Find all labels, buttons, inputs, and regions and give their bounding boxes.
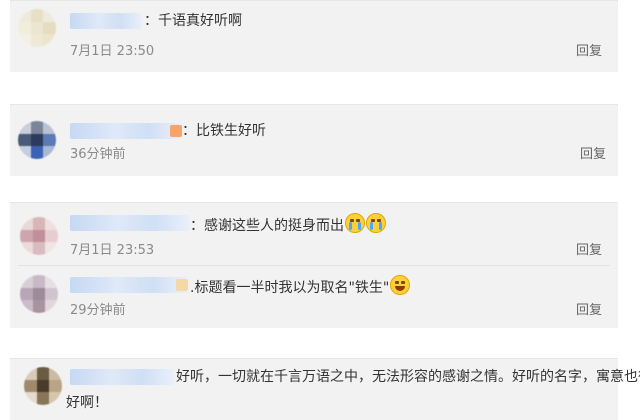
avatar-tile [20, 229, 33, 243]
avatar-tile [18, 21, 31, 35]
avatar[interactable] [18, 121, 56, 159]
comment-card: ：千语真好听啊 7月1日 23:50 回复 [10, 0, 618, 72]
avatar-tile [43, 121, 56, 134]
avatar-tile [30, 9, 44, 22]
reply-button[interactable]: 回复 [576, 44, 602, 60]
avatar-tile [45, 242, 58, 255]
avatar[interactable] [24, 367, 62, 405]
avatar-tile [18, 121, 31, 134]
avatar-tile [20, 300, 33, 313]
avatar-tile [43, 133, 56, 147]
avatar-tile [30, 21, 44, 35]
avatar[interactable] [20, 217, 58, 255]
reply-divider [18, 265, 610, 266]
avatar-tile [32, 275, 46, 288]
avatar-tile [30, 133, 44, 147]
comment-text-line2: 好啊！ [66, 395, 108, 411]
avatar-tile [45, 217, 58, 230]
comment-text: ：千语真好听啊 [144, 13, 242, 29]
comment-text-line1: 好听，一切就在千言万语之中，无法形容的感谢之情。好听的名字，寓意也很 [176, 369, 640, 385]
reply-button[interactable]: 回复 [580, 147, 606, 163]
avatar-tile [43, 21, 56, 35]
laughing-face-icon [390, 275, 411, 295]
avatar-tile [24, 379, 37, 393]
avatar-tile [43, 146, 56, 159]
avatar-tile [20, 242, 33, 255]
avatar-tile [45, 229, 58, 243]
avatar-tile [45, 287, 58, 301]
comment-time: 7月1日 23:50 [70, 44, 155, 59]
comment-time: 36分钟前 [70, 147, 126, 162]
comment-card: ：比铁生好听 36分钟前 回复 [10, 104, 618, 176]
avatar-tile [32, 217, 46, 230]
username-blurred[interactable] [70, 13, 142, 29]
comment-text: ：感谢这些人的挺身而出 [190, 213, 386, 236]
crying-face-icon [366, 213, 386, 233]
comment-time: 7月1日 23:53 [70, 243, 155, 258]
avatar-tile [20, 275, 33, 288]
avatar-tile [49, 367, 62, 380]
avatar-tile [32, 242, 46, 255]
username-blurred[interactable] [70, 369, 174, 385]
avatar-tile [32, 287, 46, 301]
avatar-tile [18, 146, 31, 159]
avatar-tile [18, 133, 31, 147]
reply-button[interactable]: 回复 [576, 303, 602, 319]
avatar-tile [18, 34, 31, 47]
username-blurred[interactable] [70, 277, 188, 293]
avatar-tile [24, 367, 37, 380]
avatar-tile [43, 34, 56, 47]
avatar-tile [30, 121, 44, 134]
comment-card: ：感谢这些人的挺身而出 7月1日 23:53 回复 .标题看一半时我以为取名"铁… [10, 202, 618, 328]
avatar-tile [45, 275, 58, 288]
username-blurred[interactable] [70, 215, 190, 231]
avatar-tile [30, 34, 44, 47]
comment-card: 好听，一切就在千言万语之中，无法形容的感谢之情。好听的名字，寓意也很 好啊！ [10, 358, 640, 420]
reply-button[interactable]: 回复 [576, 243, 602, 259]
avatar-tile [20, 217, 33, 230]
avatar-tile [43, 9, 56, 22]
avatar-tile [30, 146, 44, 159]
avatar-tile [18, 9, 31, 22]
reply-text: .标题看一半时我以为取名"铁生" [190, 275, 411, 298]
username-badge [170, 125, 182, 137]
comment-text: ：比铁生好听 [182, 123, 266, 139]
avatar-tile [32, 300, 46, 313]
avatar-tile [36, 392, 50, 405]
avatar-tile [49, 392, 62, 405]
avatar[interactable] [20, 275, 58, 313]
avatar[interactable] [18, 9, 56, 47]
avatar-tile [45, 300, 58, 313]
crying-face-icon [345, 213, 365, 233]
avatar-tile [49, 379, 62, 393]
comment-time: 29分钟前 [70, 303, 126, 318]
avatar-tile [20, 287, 33, 301]
avatar-tile [36, 367, 50, 380]
avatar-tile [32, 229, 46, 243]
avatar-tile [24, 392, 37, 405]
username-blurred[interactable] [70, 123, 182, 139]
avatar-tile [36, 379, 50, 393]
username-badge [176, 279, 188, 291]
